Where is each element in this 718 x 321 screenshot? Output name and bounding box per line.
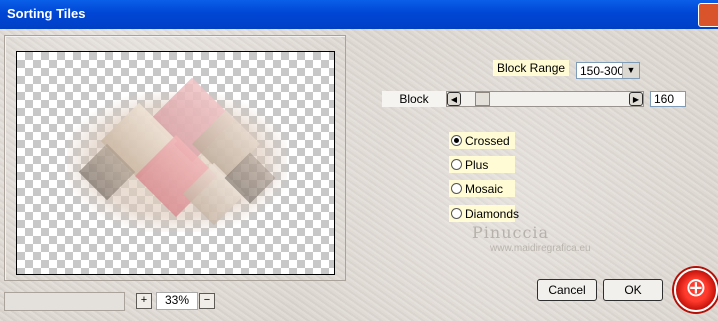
app-logo-icon [674, 268, 718, 312]
radio-indicator[interactable] [451, 135, 462, 146]
radio-plus[interactable]: Plus [449, 156, 515, 173]
block-value-field[interactable]: 160 [650, 91, 686, 107]
radio-indicator[interactable] [451, 208, 462, 219]
block-label: Block [382, 91, 446, 107]
watermark: Pinuccia [472, 223, 550, 242]
radio-label: Mosaic [465, 182, 504, 196]
cancel-button[interactable]: Cancel [537, 279, 597, 301]
radio-indicator[interactable] [451, 183, 462, 194]
radio-label: Diamonds [465, 207, 520, 221]
radio-diamonds[interactable]: Diamonds [449, 205, 519, 222]
block-range-value: 150-300 [580, 64, 625, 78]
minus-icon[interactable]: − [199, 293, 215, 309]
radio-indicator[interactable] [451, 159, 462, 170]
radio-mosaic[interactable]: Mosaic [449, 180, 515, 197]
radio-label: Crossed [465, 134, 510, 148]
close-icon[interactable] [698, 3, 718, 27]
block-range-select[interactable]: 150-300 ▼ [576, 62, 640, 79]
status-bar [4, 292, 125, 311]
arrow-right-icon[interactable]: ▶ [629, 92, 643, 106]
window-title: Sorting Tiles [7, 6, 86, 21]
preview-image [16, 51, 335, 275]
radio-crossed[interactable]: Crossed [449, 132, 515, 149]
plus-icon[interactable]: + [136, 293, 152, 309]
block-range-label: Block Range [493, 60, 570, 76]
radio-label: Plus [465, 158, 489, 172]
block-slider[interactable]: ◀ ▶ [446, 91, 644, 107]
zoom-level: 33% [156, 292, 198, 310]
title-bar: Sorting Tiles [0, 0, 718, 29]
ok-button[interactable]: OK [603, 279, 663, 301]
slider-thumb[interactable] [475, 92, 490, 106]
watermark-url: www.maidiregrafica.eu [490, 243, 591, 254]
chevron-down-icon[interactable]: ▼ [622, 63, 639, 78]
arrow-left-icon[interactable]: ◀ [447, 92, 461, 106]
